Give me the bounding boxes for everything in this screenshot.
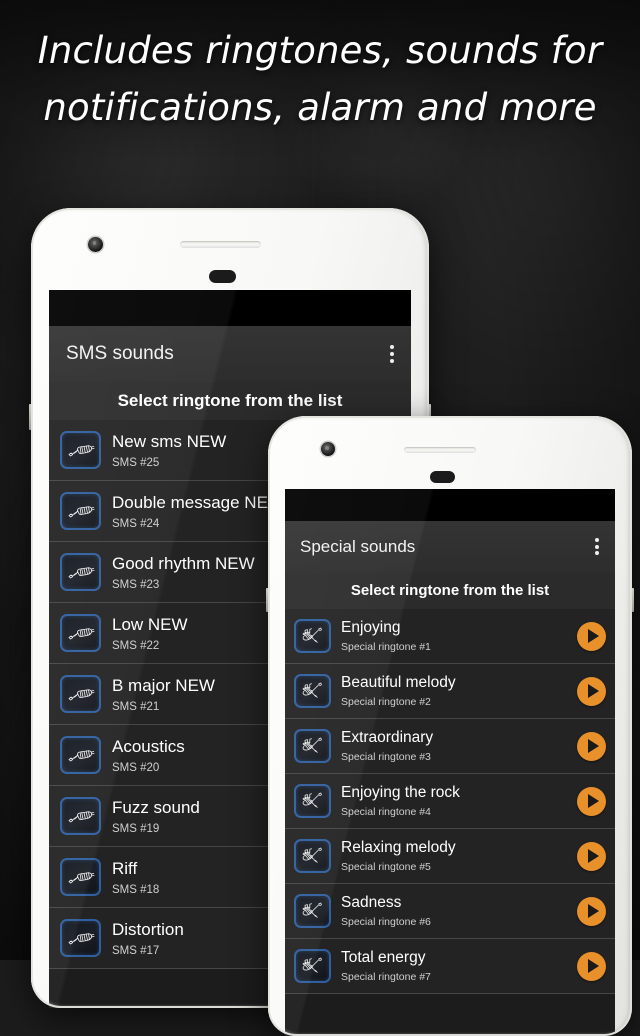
list-item[interactable]: Enjoying the rock Special ringtone #4	[285, 774, 615, 829]
promo-headline-line-2: notifications, alarm and more	[43, 86, 597, 129]
list-item-subtitle: Special ringtone #1	[341, 641, 431, 653]
guitar-icon	[60, 919, 101, 957]
play-triangle-icon	[587, 904, 599, 918]
play-button[interactable]	[577, 951, 606, 981]
ringtone-list-right[interactable]: Enjoying Special ringtone #1 Beautiful mel…	[285, 609, 615, 994]
list-item[interactable]: Enjoying Special ringtone #1	[285, 609, 615, 664]
list-item-text: Sadness Special ringtone #6	[341, 894, 577, 928]
status-bar	[49, 290, 411, 326]
guitar-notes-icon	[294, 949, 331, 983]
list-item-subtitle: Special ringtone #7	[341, 971, 431, 983]
list-item-title: Relaxing melody	[341, 839, 456, 856]
guitar-icon	[60, 431, 101, 469]
app-title: Special sounds	[300, 537, 416, 556]
front-camera-icon	[88, 237, 103, 252]
guitar-icon	[60, 736, 101, 774]
list-item-title: Sadness	[341, 894, 402, 911]
list-item[interactable]: Relaxing melody Special ringtone #5	[285, 829, 615, 884]
play-button[interactable]	[577, 621, 606, 651]
list-item-text: Enjoying the rock Special ringtone #4	[341, 784, 577, 818]
guitar-notes-icon	[294, 784, 331, 818]
list-item-text: Total energy Special ringtone #7	[341, 949, 577, 983]
guitar-icon	[60, 675, 101, 713]
list-subheader: Select ringtone from the list	[49, 382, 411, 420]
list-item-subtitle: Special ringtone #5	[341, 861, 431, 873]
guitar-icon	[60, 492, 101, 530]
overflow-menu-icon[interactable]	[595, 538, 599, 555]
promo-headline-line-1: Includes ringtones, sounds for	[37, 29, 603, 72]
overflow-menu-icon[interactable]	[390, 345, 394, 363]
guitar-icon	[60, 858, 101, 896]
list-item-subtitle: Special ringtone #2	[341, 696, 431, 708]
list-item-subtitle: Special ringtone #3	[341, 751, 431, 763]
app-bar-left: SMS sounds	[49, 326, 411, 382]
earpiece-speaker	[404, 447, 476, 453]
list-item-title: Total energy	[341, 949, 426, 966]
guitar-notes-icon	[294, 839, 331, 873]
list-subheader: Select ringtone from the list	[285, 573, 615, 609]
list-item[interactable]: Extraordinary Special ringtone #3	[285, 719, 615, 774]
list-item-text: Relaxing melody Special ringtone #5	[341, 839, 577, 873]
list-item[interactable]: Beautiful melody Special ringtone #2	[285, 664, 615, 719]
phone-side-button	[266, 588, 270, 612]
play-triangle-icon	[587, 629, 599, 643]
guitar-notes-icon	[294, 619, 331, 653]
guitar-icon	[60, 614, 101, 652]
phone-side-button	[630, 588, 634, 612]
play-triangle-icon	[587, 684, 599, 698]
guitar-notes-icon	[294, 894, 331, 928]
app-bar-right: Special sounds	[285, 521, 615, 573]
list-item-title: Beautiful melody	[341, 674, 456, 691]
list-item-title: Enjoying	[341, 619, 401, 636]
play-button[interactable]	[577, 731, 606, 761]
status-bar	[285, 489, 615, 521]
guitar-notes-icon	[294, 729, 331, 763]
list-item-text: Beautiful melody Special ringtone #2	[341, 674, 577, 708]
app-title: SMS sounds	[66, 343, 174, 364]
play-triangle-icon	[587, 739, 599, 753]
list-item-title: Enjoying the rock	[341, 784, 460, 801]
list-item[interactable]: Total energy Special ringtone #7	[285, 939, 615, 994]
proximity-sensor	[430, 471, 455, 483]
list-item-title: Extraordinary	[341, 729, 434, 746]
guitar-notes-icon	[294, 674, 331, 708]
play-triangle-icon	[587, 959, 599, 973]
list-item-subtitle: Special ringtone #4	[341, 806, 431, 818]
play-button[interactable]	[577, 896, 606, 926]
play-button[interactable]	[577, 786, 606, 816]
earpiece-speaker	[180, 241, 261, 248]
phone-mockup-right: Special sounds Select ringtone from the …	[266, 416, 634, 1036]
play-triangle-icon	[587, 794, 599, 808]
list-item-subtitle: Special ringtone #6	[341, 916, 431, 928]
app-screen-right: Special sounds Select ringtone from the …	[285, 489, 615, 1036]
list-item-text: Extraordinary Special ringtone #3	[341, 729, 577, 763]
play-button[interactable]	[577, 676, 606, 706]
play-button[interactable]	[577, 841, 606, 871]
front-camera-icon	[321, 442, 335, 456]
promo-headline: Includes ringtones, sounds for notificat…	[0, 22, 640, 136]
guitar-icon	[60, 797, 101, 835]
play-triangle-icon	[587, 849, 599, 863]
phone-side-button	[29, 404, 33, 430]
list-item[interactable]: Sadness Special ringtone #6	[285, 884, 615, 939]
list-item-text: Enjoying Special ringtone #1	[341, 619, 577, 653]
proximity-sensor	[209, 270, 236, 283]
guitar-icon	[60, 553, 101, 591]
